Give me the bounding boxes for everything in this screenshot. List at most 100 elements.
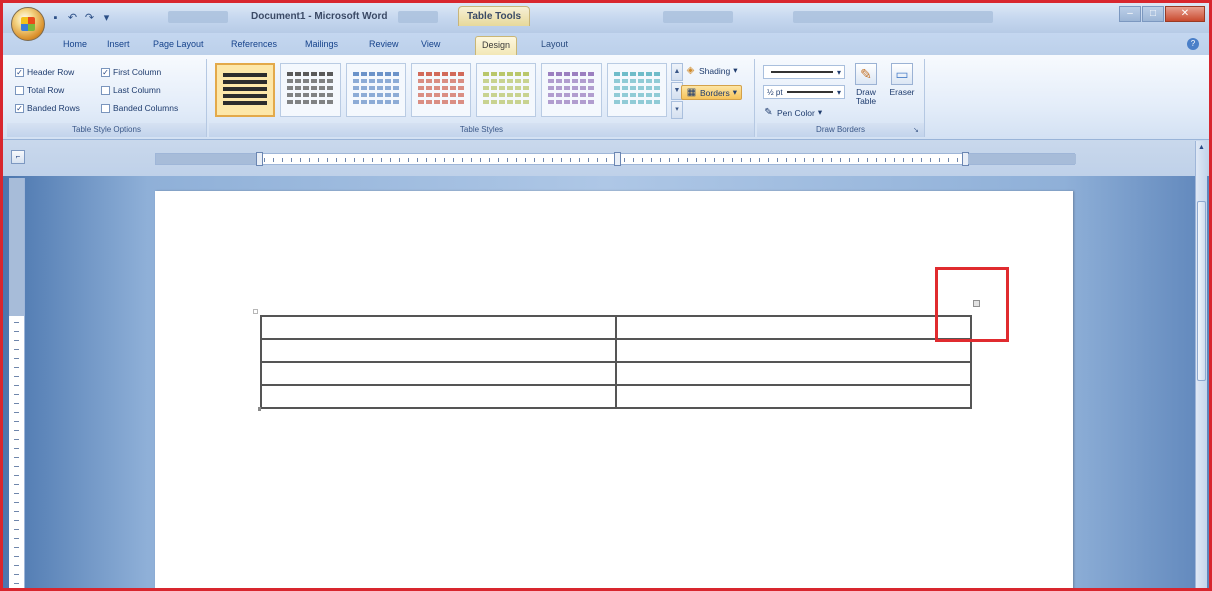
last-column-checkbox[interactable]: Last Column (101, 85, 161, 95)
tab-layout[interactable]: Layout (535, 36, 574, 55)
checkbox-icon: ✓ (15, 67, 24, 77)
table-style-swatch[interactable] (541, 63, 602, 117)
table-cell[interactable] (260, 338, 617, 363)
column-marker[interactable] (614, 152, 621, 166)
vertical-scrollbar[interactable]: ▲ (1195, 141, 1207, 588)
highlight-annotation (935, 267, 1009, 342)
table-cell[interactable] (260, 361, 617, 386)
tab-page-layout[interactable]: Page Layout (147, 36, 210, 55)
tab-design[interactable]: Design (475, 36, 518, 55)
undo-icon[interactable]: ↶ (66, 12, 79, 25)
tab-mailings[interactable]: Mailings (299, 36, 344, 55)
document-table[interactable] (260, 315, 972, 409)
chevron-down-icon: ▾ (733, 65, 738, 75)
line-style-select[interactable]: ▾ (763, 65, 845, 79)
table-cell[interactable] (615, 361, 972, 386)
horizontal-ruler[interactable] (155, 152, 1076, 166)
gallery-more-icon[interactable]: ▾ (671, 101, 683, 119)
redo-icon[interactable]: ↷ (83, 12, 96, 25)
swatch-row (417, 86, 465, 90)
chevron-down-icon: ▾ (732, 87, 738, 97)
swatch-row (352, 100, 399, 104)
table-cell[interactable] (615, 338, 972, 363)
line-weight-select[interactable]: ½ pt ▾ (763, 85, 845, 99)
title-blur (398, 11, 438, 23)
tab-references[interactable]: References (225, 36, 283, 55)
vertical-ruler[interactable] (9, 178, 25, 588)
help-icon[interactable]: ? (1187, 38, 1199, 50)
customize-icon[interactable]: ▾ (100, 12, 113, 25)
swatch-row (483, 86, 530, 90)
pen-color-button[interactable]: ✎ Pen Color ▾ (763, 107, 822, 118)
table-style-swatch[interactable] (215, 63, 276, 117)
swatch-row (223, 87, 268, 91)
group-table-styles: ▲ ▼ ▾ ◈ Shading ▾ ▦ Borders ▾ Table Styles (209, 59, 755, 137)
draw-table-icon: ✎ (855, 63, 877, 85)
table-style-swatch[interactable] (606, 63, 667, 117)
scroll-up-icon[interactable]: ▲ (1197, 143, 1206, 153)
first-column-checkbox[interactable]: ✓ First Column (101, 67, 161, 77)
line-weight-value: ½ pt (767, 87, 783, 97)
banded-columns-label: Banded Columns (113, 103, 179, 113)
swatch-row (613, 100, 660, 104)
banded-columns-checkbox[interactable]: Banded Columns (101, 103, 178, 113)
tab-home[interactable]: Home (57, 36, 93, 55)
checkbox-icon: ✓ (15, 103, 24, 113)
group-table-style-options: ✓ Header Row ✓ First Column Total Row Last… (7, 59, 207, 137)
checkbox-icon (15, 85, 24, 95)
title-bar: ▪ ↶ ↷ ▾ Document1 - Microsoft Word Table… (3, 3, 1209, 41)
table-style-swatch[interactable] (410, 63, 472, 117)
table-style-swatch[interactable] (345, 63, 406, 117)
table-cell[interactable] (260, 315, 617, 340)
borders-button[interactable]: ▦ Borders ▾ (681, 85, 743, 100)
table-style-swatch[interactable] (476, 63, 537, 117)
total-row-checkbox[interactable]: Total Row (15, 85, 64, 95)
tab-view[interactable]: View (415, 36, 446, 55)
table-move-handle[interactable] (253, 309, 258, 314)
table-row (260, 315, 972, 340)
window-frame: ▪ ↶ ↷ ▾ Document1 - Microsoft Word Table… (0, 0, 1212, 591)
table-cell[interactable] (260, 384, 617, 409)
gallery-up-icon[interactable]: ▲ (671, 63, 683, 81)
line-sample (786, 91, 833, 93)
office-button[interactable] (11, 7, 45, 41)
table-row (260, 361, 972, 386)
eraser-button[interactable]: ▭ Eraser (887, 63, 917, 97)
swatch-row (548, 86, 595, 90)
checkbox-icon: ✓ (101, 67, 110, 77)
header-row-checkbox[interactable]: ✓ Header Row (15, 67, 74, 77)
minimize-icon[interactable]: – (1119, 6, 1141, 22)
ruler-margin (968, 154, 1076, 164)
tab-insert[interactable]: Insert (101, 36, 136, 55)
swatch-row (223, 94, 268, 98)
swatch-row (287, 79, 334, 83)
swatch-row (483, 79, 530, 83)
draw-table-button[interactable]: ✎ Draw Table (851, 63, 881, 106)
left-indent-marker[interactable] (256, 152, 263, 166)
swatch-row (352, 72, 399, 76)
eraser-label: Eraser (889, 87, 915, 97)
title-blur (168, 11, 228, 23)
table-style-swatch[interactable] (280, 63, 341, 117)
dialog-launcher-icon[interactable]: ↘ (913, 127, 921, 135)
ruler-toggle-icon[interactable]: ⌐ (11, 150, 25, 164)
save-icon[interactable]: ▪ (49, 12, 62, 25)
maximize-icon[interactable]: □ (1142, 6, 1164, 22)
table-cell[interactable] (615, 384, 972, 409)
title-blur (663, 11, 733, 23)
close-icon[interactable]: ✕ (1165, 6, 1205, 22)
banded-rows-checkbox[interactable]: ✓ Banded Rows (15, 103, 80, 113)
total-row-label: Total Row (27, 85, 65, 95)
scroll-thumb[interactable] (1197, 201, 1206, 381)
table-cell[interactable] (615, 315, 972, 340)
tab-review[interactable]: Review (363, 36, 405, 55)
swatch-row (223, 101, 268, 105)
ribbon: ✓ Header Row ✓ First Column Total Row Last… (3, 55, 1209, 140)
table-styles-gallery (215, 63, 667, 119)
checkbox-icon (101, 103, 110, 113)
title-blur (793, 11, 993, 23)
swatch-row (417, 72, 465, 76)
table-row (260, 384, 972, 409)
ruler-margin (156, 154, 256, 164)
shading-button[interactable]: ◈ Shading ▾ (685, 65, 738, 76)
